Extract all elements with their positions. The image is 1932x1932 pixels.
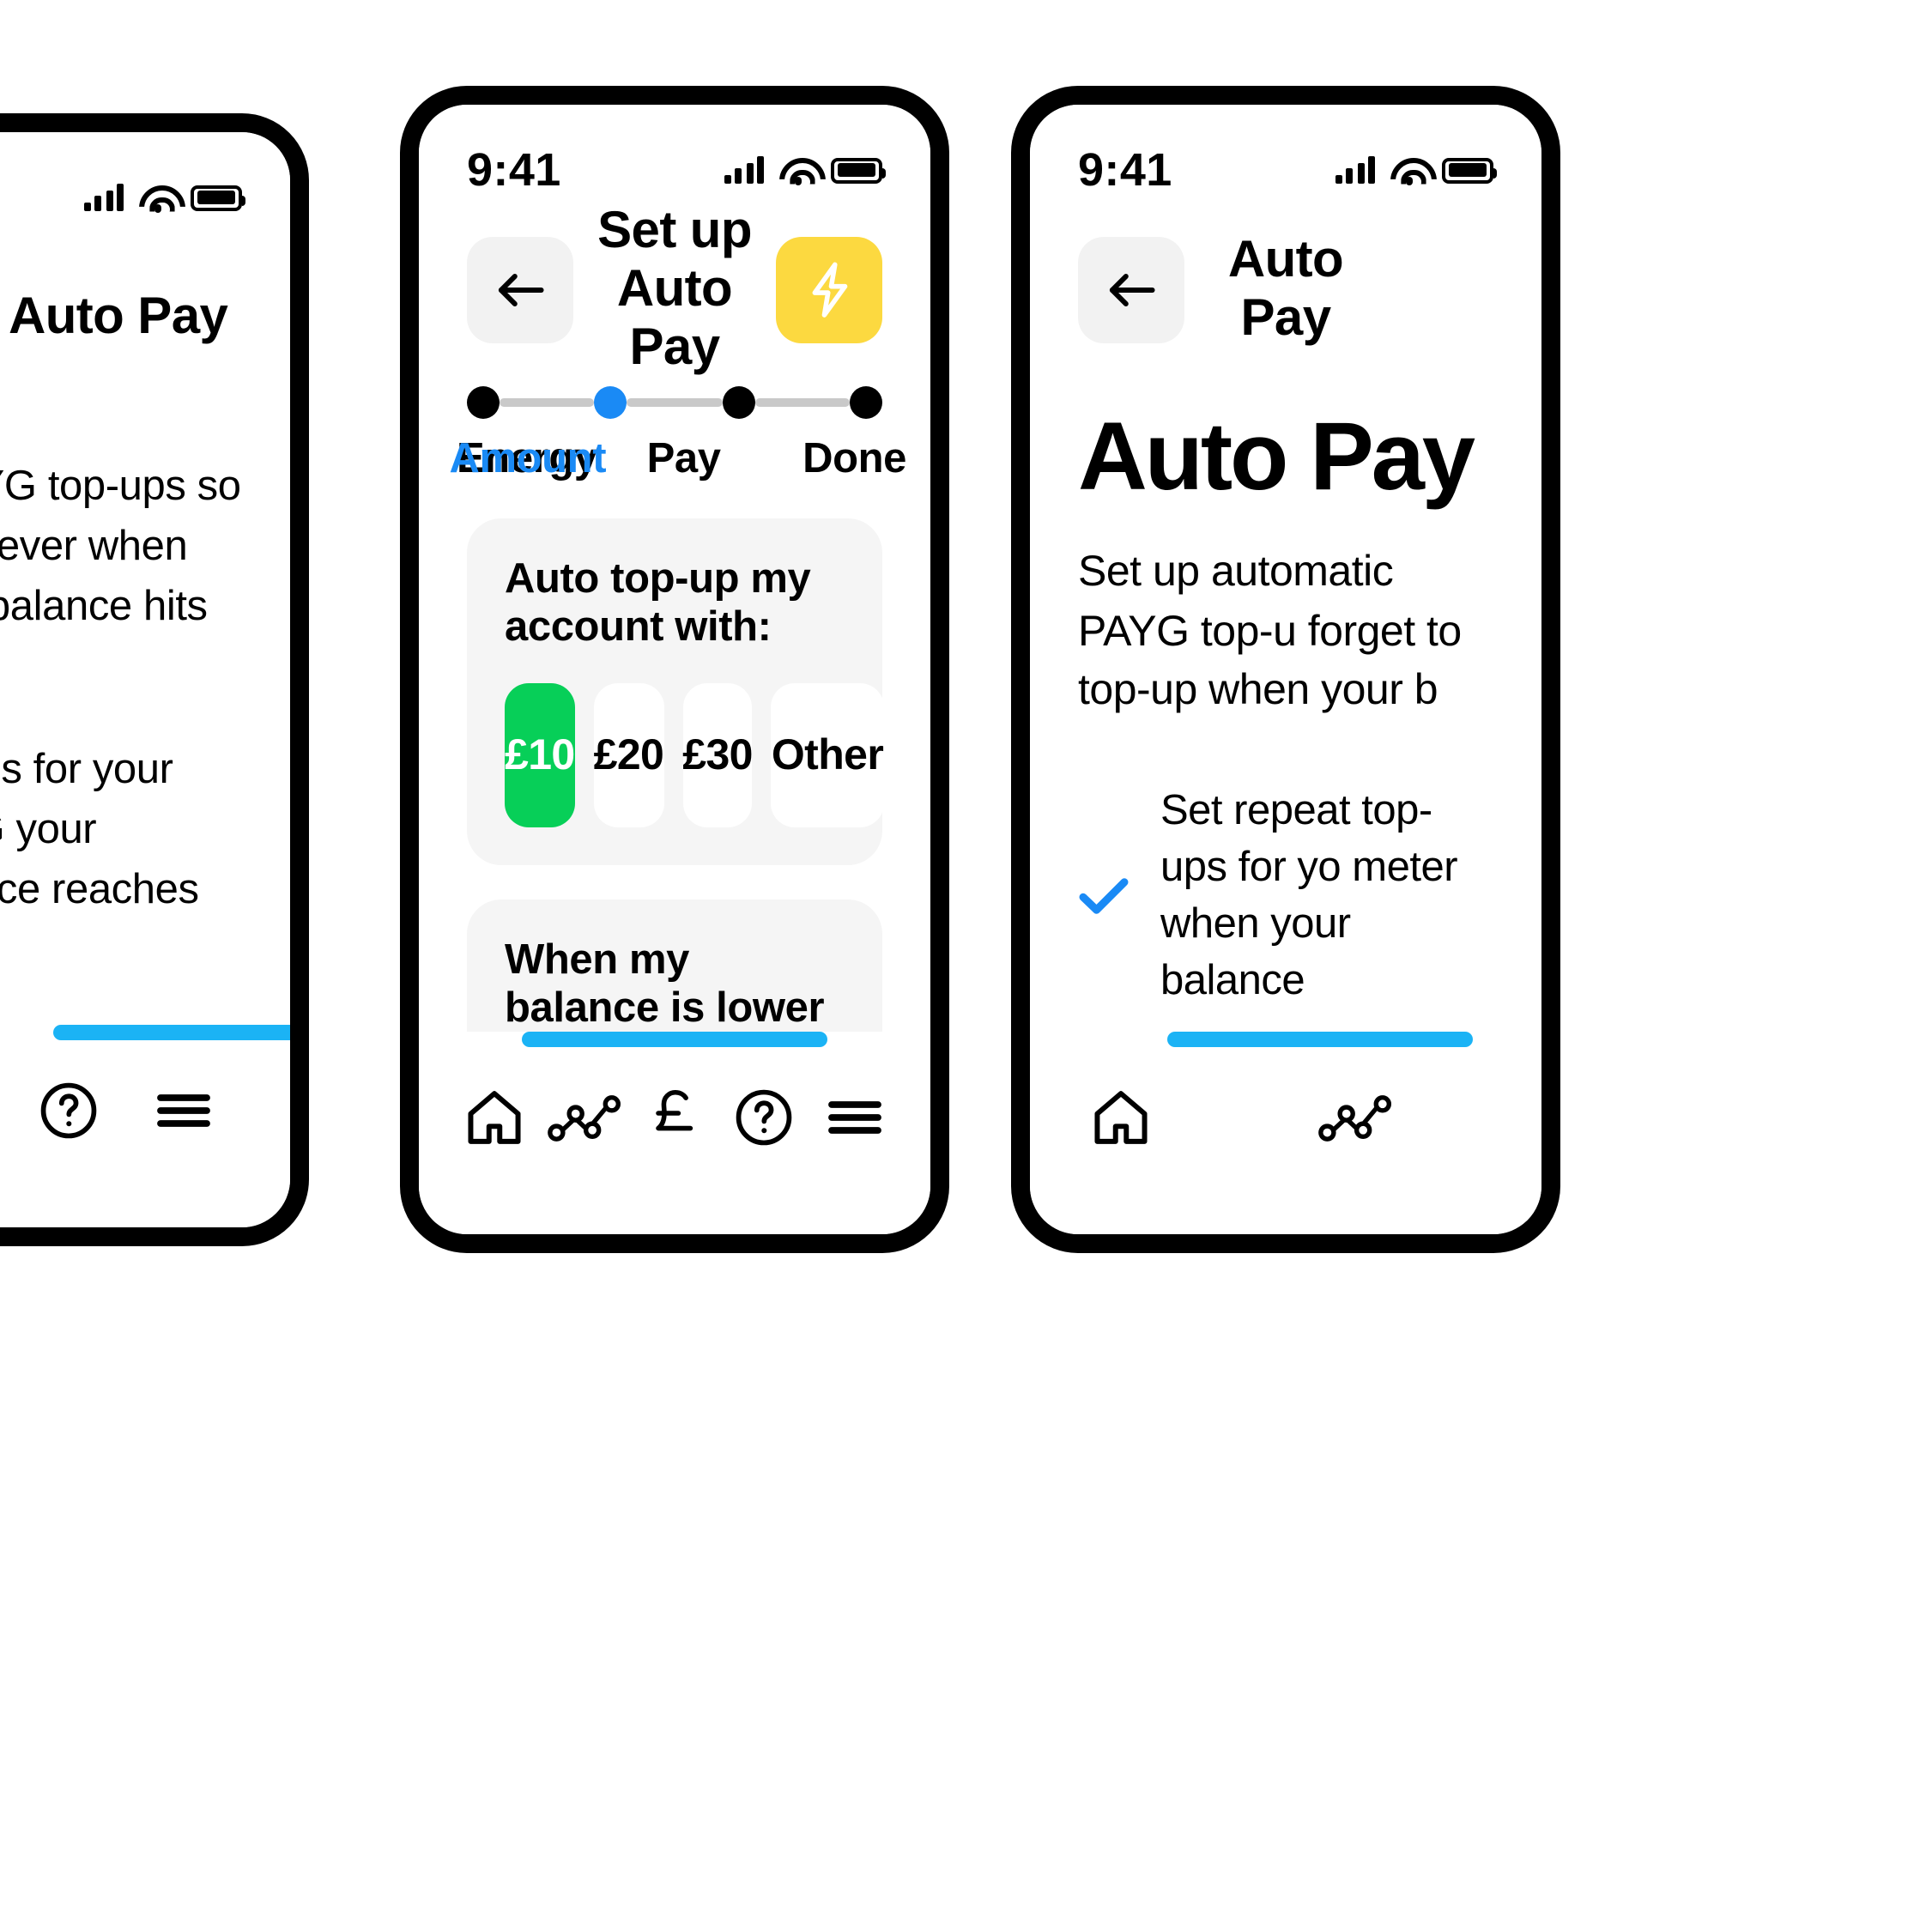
benefit-text: Set repeat top-ups for yo meter when you… — [1160, 787, 1458, 1004]
stepper-labels: Energy Amount Pay Done — [449, 436, 906, 482]
nav-title-right: Auto Pay — [1227, 232, 1344, 347]
usage-chart-icon — [1318, 1095, 1392, 1142]
tab-payments[interactable] — [630, 1069, 720, 1166]
tab-bar-left — [0, 1025, 290, 1227]
tab-bar-right — [1030, 1032, 1541, 1234]
stepper-segment-3 — [754, 398, 850, 407]
check-icon — [1078, 875, 1130, 916]
page-title: Auto Pay — [1078, 402, 1475, 510]
tab-home-right[interactable] — [1088, 1069, 1154, 1166]
status-bar-left — [0, 132, 290, 228]
battery-icon — [831, 157, 887, 183]
home-icon — [1094, 1091, 1148, 1144]
nav-title-middle: Set up Auto Pay — [597, 203, 752, 376]
status-time-middle: 9:41 — [467, 143, 561, 195]
back-button[interactable] — [467, 237, 573, 343]
amount-option-30[interactable]: £30 — [682, 683, 753, 827]
stepper-segment-1 — [500, 398, 595, 407]
back-button-right[interactable] — [1078, 237, 1184, 343]
home-indicator-middle — [522, 1032, 827, 1047]
menu-icon — [157, 1094, 210, 1127]
pound-icon — [656, 1089, 693, 1131]
phone-mockup-left: Auto Pay c PAYG top-ups so you never whe… — [0, 113, 309, 1246]
battery-icon — [191, 185, 246, 210]
paragraph-1: c PAYG top-ups so you never when your ba… — [0, 463, 241, 630]
tab-home[interactable] — [450, 1069, 540, 1166]
status-bar-middle: 9:41 — [419, 105, 930, 201]
usage-chart-icon — [547, 1095, 621, 1142]
battery-icon — [1442, 157, 1498, 183]
stepper-label-pay: Pay — [646, 436, 721, 482]
stepper-track — [467, 386, 882, 419]
menu-icon — [827, 1101, 881, 1134]
screenshot-canvas: Auto Pay c PAYG top-ups so you never whe… — [0, 0, 1932, 1932]
status-icons-left — [83, 184, 246, 213]
paragraph-2: op-ups for your PAYG your balance reache… — [0, 747, 199, 913]
wifi-icon — [1390, 156, 1426, 185]
screen-right: 9:41 Auto Pay Auto Pay Set up automatic … — [1030, 105, 1541, 1234]
amount-option-10[interactable]: £10 — [505, 683, 575, 827]
page-intro: Set up automatic PAYG top-u forget to to… — [1078, 548, 1462, 714]
nav-spacer-right — [1387, 237, 1493, 343]
tab-menu-left[interactable] — [136, 1063, 232, 1159]
tab-usage-right[interactable] — [1318, 1069, 1394, 1166]
screen-left: Auto Pay c PAYG top-ups so you never whe… — [0, 132, 290, 1227]
amount-option-20[interactable]: £20 — [593, 683, 664, 827]
nav-bar-left: Auto Pay — [0, 228, 290, 376]
topup-amount-options: £10 £20 £30 Other — [505, 683, 884, 827]
nav-title-left: Auto Pay — [9, 288, 228, 345]
topup-amount-card: Auto top-up my account with: £10 £20 £30… — [467, 518, 884, 865]
help-icon — [736, 1089, 793, 1146]
quick-action-button[interactable] — [776, 237, 882, 343]
tab-list-middle — [419, 1069, 930, 1166]
stepper-segment-2 — [627, 398, 723, 407]
amount-option-other[interactable]: Other — [771, 683, 884, 827]
home-indicator-right — [1167, 1032, 1473, 1047]
home-indicator-left — [53, 1025, 290, 1040]
signal-icon — [83, 184, 124, 211]
help-icon — [40, 1082, 97, 1139]
signal-icon — [724, 156, 764, 184]
tab-usage[interactable] — [540, 1069, 630, 1166]
tab-payments-left[interactable] — [0, 1063, 2, 1159]
wifi-icon — [779, 156, 815, 185]
status-time-right: 9:41 — [1078, 143, 1172, 195]
signal-icon — [1335, 156, 1375, 184]
stepper-dot-done[interactable] — [849, 386, 882, 419]
tab-menu[interactable] — [809, 1069, 899, 1166]
stepper-dot-energy[interactable] — [467, 386, 500, 419]
status-icons-right — [1335, 156, 1498, 185]
phone-mockup-middle: 9:41 Set up Auto Pay Energy Amount Pay D… — [400, 86, 949, 1253]
topup-amount-title: Auto top-up my account with: — [505, 556, 811, 651]
status-icons-middle — [724, 156, 887, 185]
nav-bar-middle: Set up Auto Pay — [419, 201, 930, 376]
tab-help-left[interactable] — [21, 1063, 117, 1159]
tab-help[interactable] — [719, 1069, 809, 1166]
lightning-bolt-icon — [812, 262, 848, 318]
home-icon — [468, 1091, 521, 1144]
status-bar-right: 9:41 — [1030, 105, 1541, 201]
wifi-icon — [139, 184, 175, 213]
stepper-label-amount: Amount — [449, 436, 607, 482]
benefit-item: Set repeat top-ups for yo meter when you… — [1078, 782, 1493, 1009]
phone-mockup-right: 9:41 Auto Pay Auto Pay Set up automatic … — [1011, 86, 1560, 1253]
nav-bar-right: Auto Pay — [1030, 201, 1541, 348]
arrow-left-icon — [1109, 274, 1155, 306]
stepper-dot-pay[interactable] — [722, 386, 755, 419]
screen-middle: 9:41 Set up Auto Pay Energy Amount Pay D… — [419, 105, 930, 1234]
arrow-left-icon — [498, 274, 544, 306]
stepper-label-done: Done — [802, 436, 906, 482]
stepper-dot-amount[interactable] — [594, 386, 627, 419]
tab-bar-middle — [419, 1032, 930, 1234]
